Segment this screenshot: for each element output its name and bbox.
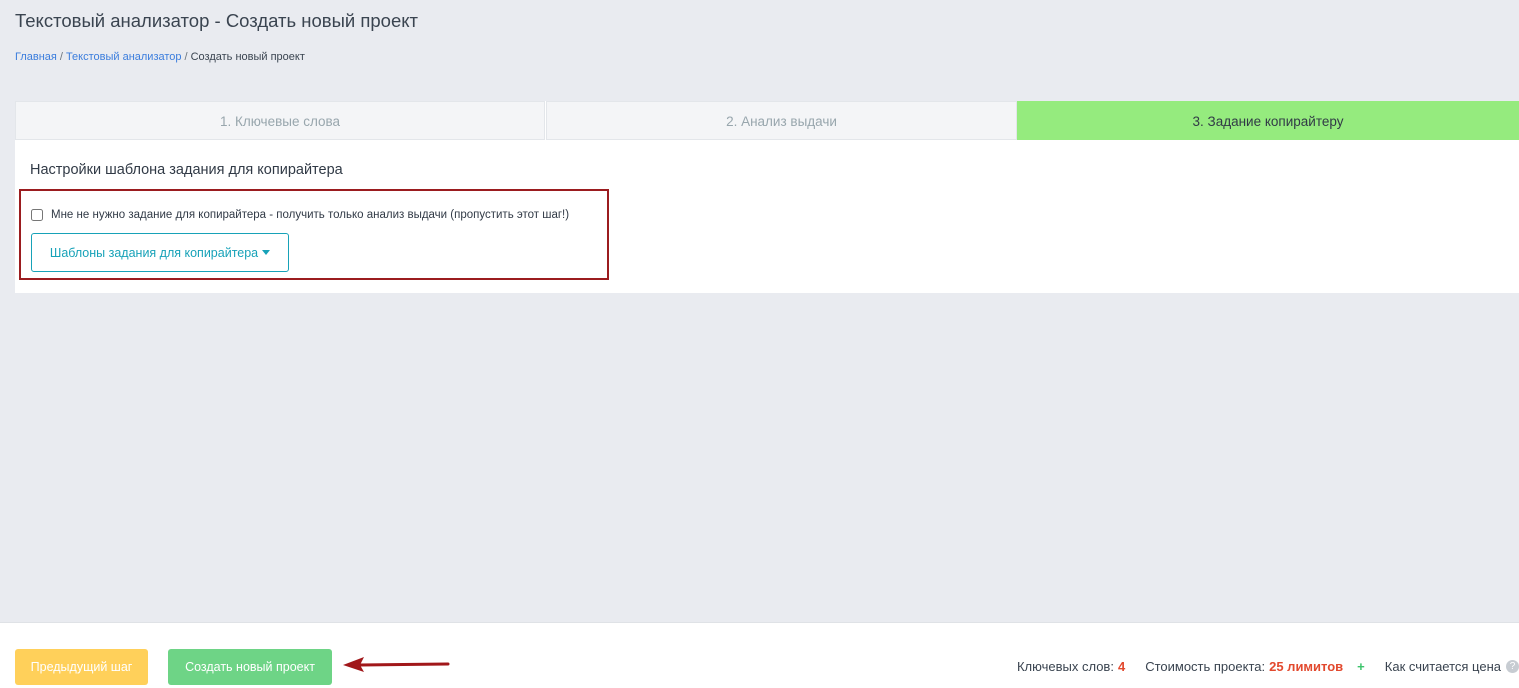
section-title: Настройки шаблона задания для копирайтер… bbox=[30, 162, 343, 178]
breadcrumb-current: Создать новый проект bbox=[190, 51, 305, 63]
tab-serp-analysis[interactable]: 2. Анализ выдачи bbox=[546, 101, 1017, 140]
question-circle-icon[interactable]: ? bbox=[1506, 660, 1519, 673]
plus-icon[interactable]: + bbox=[1357, 659, 1365, 674]
keywords-label: Ключевых слов: bbox=[1016, 659, 1114, 674]
tab-keywords[interactable]: 1. Ключевые слова bbox=[15, 101, 545, 140]
create-project-button[interactable]: Создать новый проект bbox=[168, 649, 332, 685]
highlight-box: Мне не нужно задание для копирайтера - п… bbox=[19, 189, 609, 280]
breadcrumb-separator: / bbox=[59, 51, 63, 63]
page-title: Текстовый анализатор - Создать новый про… bbox=[15, 10, 419, 31]
skip-step-label: Мне не нужно задание для копирайтера - п… bbox=[51, 209, 570, 221]
cost-label: Стоимость проекта: bbox=[1145, 659, 1266, 674]
keywords-count: 4 bbox=[1117, 659, 1126, 674]
breadcrumb: Главная / Текстовый анализатор / Создать нов… bbox=[15, 51, 305, 63]
breadcrumb-section-link[interactable]: Текстовый анализатор bbox=[66, 51, 182, 63]
wizard-tabs: 1. Ключевые слова 2. Анализ выдачи 3. За… bbox=[15, 101, 1519, 141]
breadcrumb-home-link[interactable]: Главная bbox=[15, 51, 57, 63]
price-help-label[interactable]: Как считается цена bbox=[1385, 659, 1501, 674]
skip-step-row[interactable]: Мне не нужно задание для копирайтера - п… bbox=[31, 209, 569, 221]
copywriter-templates-dropdown-button[interactable]: Шаблоны задания для копирайтера bbox=[31, 233, 289, 272]
breadcrumb-separator: / bbox=[184, 51, 188, 63]
wizard-card: 1. Ключевые слова 2. Анализ выдачи 3. За… bbox=[15, 101, 1519, 293]
skip-step-checkbox[interactable] bbox=[31, 209, 43, 221]
footer-bar: Предыдущий шаг Создать новый проект Ключ… bbox=[0, 622, 1519, 688]
caret-down-icon bbox=[262, 250, 271, 255]
cost-value: 25 лимитов bbox=[1269, 659, 1344, 674]
tab-copywriter-task[interactable]: 3. Задание копирайтеру bbox=[1017, 101, 1519, 140]
templates-button-label: Шаблоны задания для копирайтера bbox=[49, 245, 259, 260]
arrow-left-icon bbox=[343, 657, 450, 672]
previous-step-button[interactable]: Предыдущий шаг bbox=[15, 649, 148, 685]
project-info: Ключевых слов: 4 Стоимость проекта: 25 л… bbox=[1017, 659, 1519, 674]
